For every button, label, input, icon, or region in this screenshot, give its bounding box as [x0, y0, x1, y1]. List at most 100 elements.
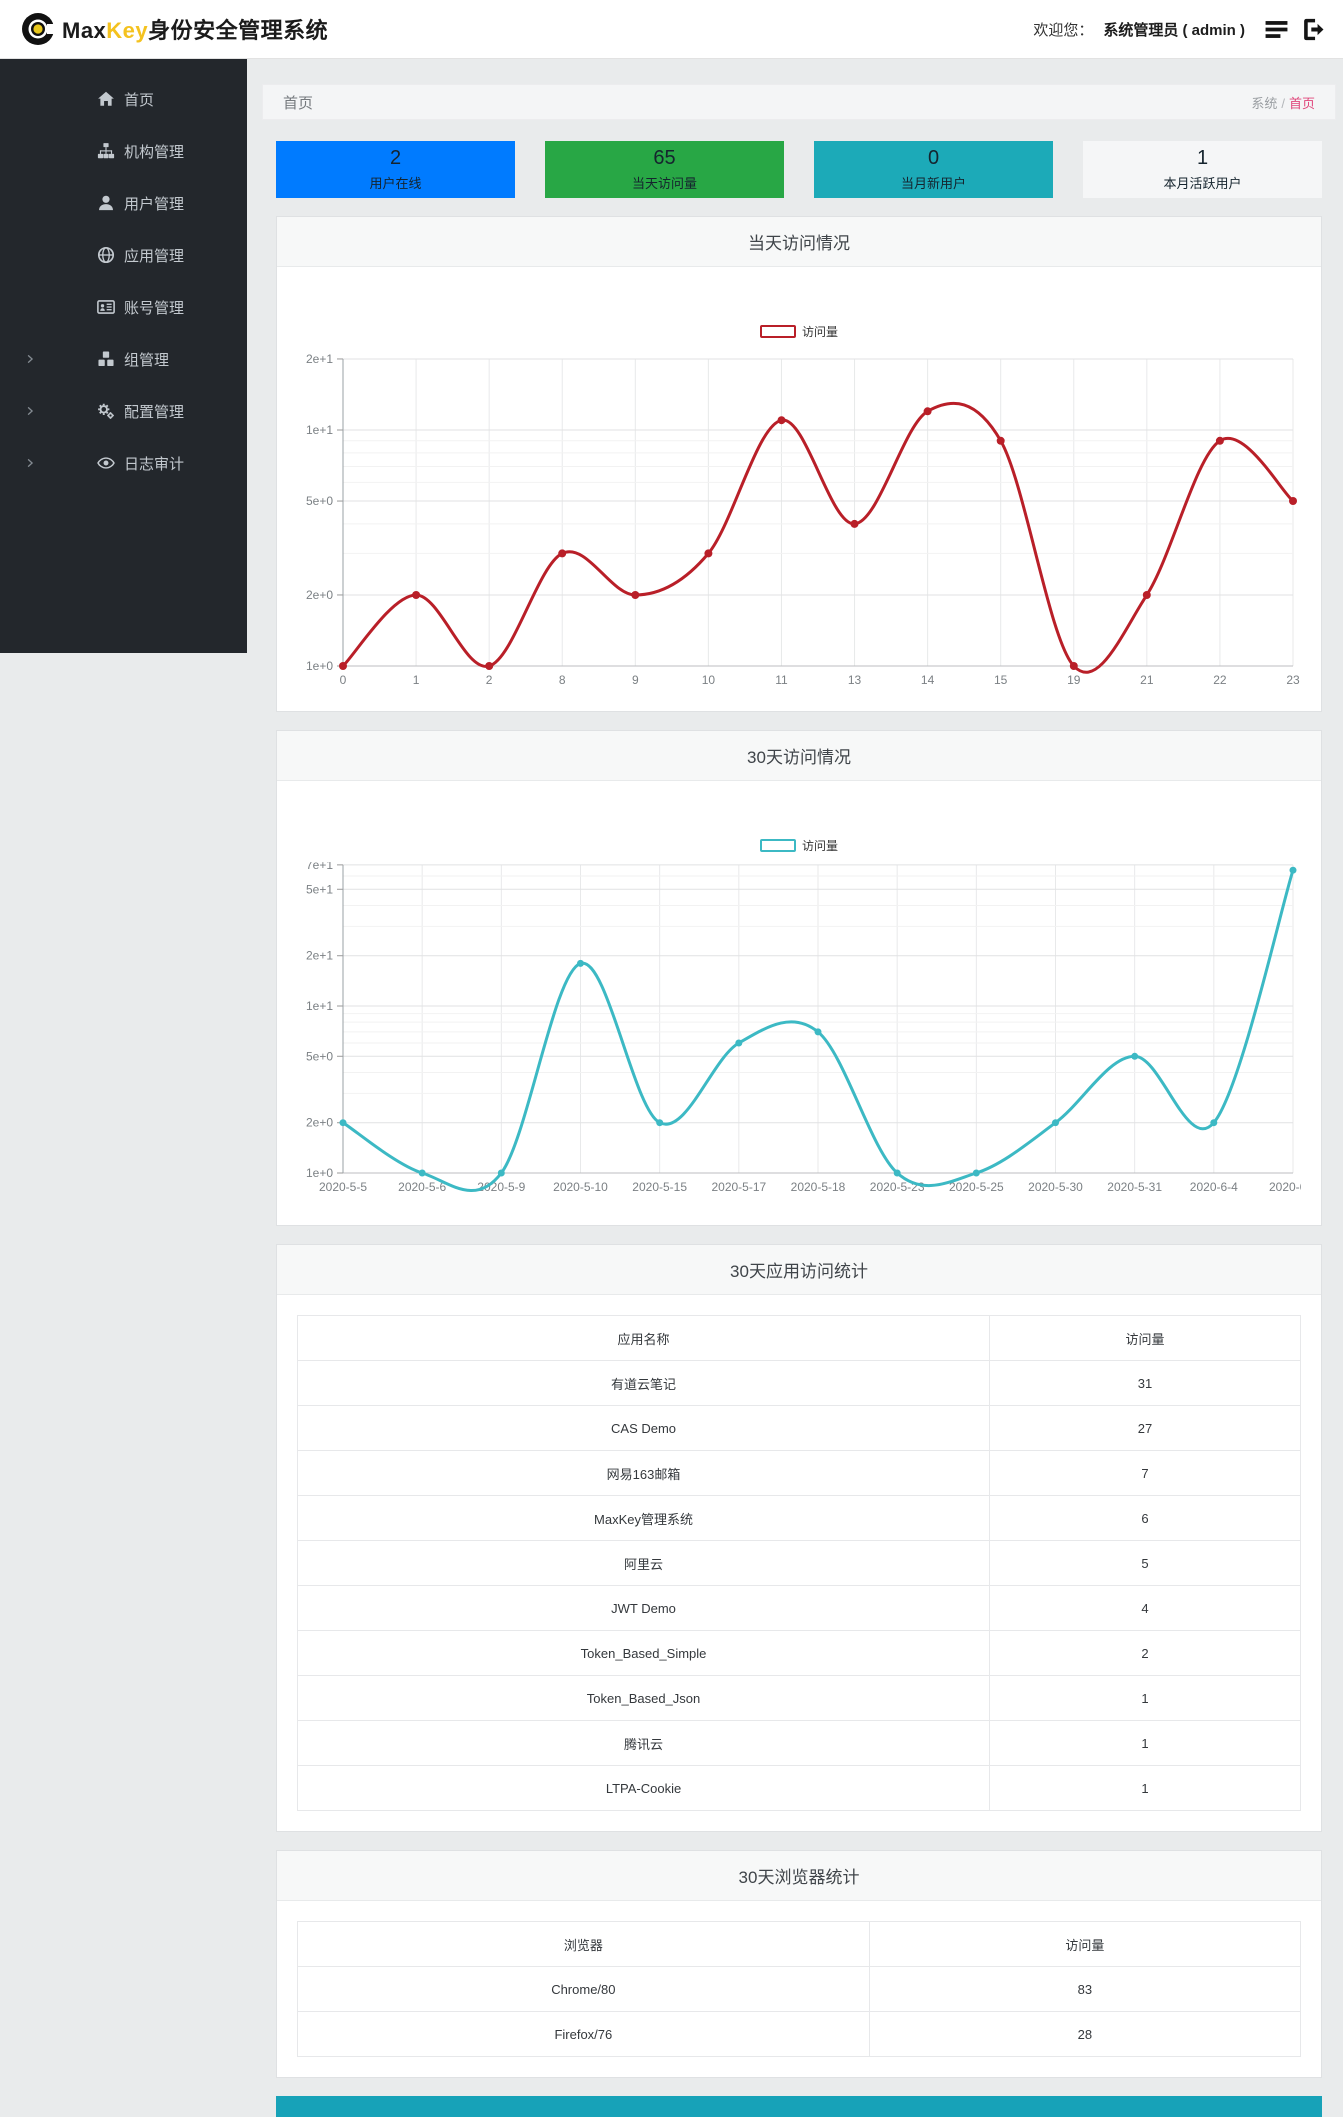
- svg-text:2e+0: 2e+0: [306, 588, 333, 602]
- breadcrumb-separator: /: [1281, 95, 1285, 111]
- stat-cards-row: 2 用户在线 65 当天访问量 0 当月新用户 1 本月活跃用户: [276, 141, 1322, 198]
- app-header: MaxKey身份安全管理系统 欢迎您： 系统管理员 ( admin ): [0, 0, 1343, 59]
- sidebar-item-log-audit[interactable]: 日志审计: [0, 437, 247, 489]
- logout-icon[interactable]: [1300, 17, 1327, 42]
- svg-text:2e+0: 2e+0: [306, 1116, 333, 1130]
- audit-icon: [97, 454, 115, 472]
- sidebar-item-user-mgmt[interactable]: 用户管理: [0, 177, 247, 229]
- table-cell: 31: [989, 1360, 1301, 1406]
- panel-today-visits: 当天访问情况 访问量 1e+0 2e+0 5e+0 1e+1 2e+1 0 1 2 8 9 10 11…: [276, 216, 1322, 712]
- sidebar-item-account-mgmt[interactable]: 账号管理: [0, 281, 247, 333]
- svg-text:2020-5-18: 2020-5-18: [791, 1180, 846, 1194]
- chart-legend-30day[interactable]: 访问量: [297, 837, 1301, 854]
- svg-text:5e+0: 5e+0: [306, 494, 333, 508]
- svg-text:2020-6-5: 2020-6-5: [1269, 1180, 1301, 1194]
- stat-card-value: 2: [389, 147, 402, 169]
- table-row: CAS Demo 27: [296, 1405, 1301, 1451]
- table-cell: 1: [989, 1720, 1301, 1766]
- svg-text:9: 9: [632, 673, 639, 687]
- today-visits-chart: 1e+0 2e+0 5e+0 1e+1 2e+1 0 1 2 8 9 10 11 13 14 15 19 21 2…: [306, 352, 1300, 687]
- current-user: 系统管理员 ( admin ): [1103, 21, 1245, 39]
- table-row: LTPA-Cookie 1: [296, 1765, 1301, 1811]
- table-row: 腾讯云 1: [296, 1720, 1301, 1766]
- app-logo: MaxKey身份安全管理系统: [20, 11, 328, 47]
- table-cell: MaxKey管理系统: [296, 1495, 991, 1541]
- panel-app-stats: 30天应用访问统计 应用名称 访问量 有道云笔记 31 CAS Demo 27 网易163邮…: [276, 1244, 1322, 1832]
- sidebar: 首页机构管理用户管理应用管理账号管理 组管理配置管理日志审计: [0, 59, 247, 653]
- chevron-right-icon: [24, 353, 36, 365]
- legend-marker-30day: [759, 839, 796, 852]
- table-cell: 6: [989, 1495, 1301, 1541]
- svg-text:1: 1: [413, 673, 420, 687]
- table-row: MaxKey管理系统 6: [296, 1495, 1301, 1541]
- table-cell: Firefox/76: [297, 2011, 870, 2057]
- svg-text:1e+0: 1e+0: [306, 659, 333, 673]
- list-icon[interactable]: [1263, 17, 1290, 42]
- table-cell: Token_Based_Json: [296, 1675, 991, 1721]
- column-header: 浏览器: [297, 1921, 870, 1967]
- table-cell: 4: [989, 1585, 1301, 1631]
- table-row: 阿里云 5: [296, 1540, 1301, 1586]
- sidebar-item-app-mgmt[interactable]: 应用管理: [0, 229, 247, 281]
- svg-text:2020-5-17: 2020-5-17: [711, 1180, 766, 1194]
- sidebar-item-home[interactable]: 首页: [0, 73, 247, 125]
- table-row: 网易163邮箱 7: [296, 1450, 1301, 1496]
- svg-text:5e+0: 5e+0: [306, 1049, 333, 1063]
- panel-today-visits-title: 当天访问情况: [277, 217, 1321, 267]
- stat-card-value: 65: [653, 147, 676, 169]
- svg-text:2020-5-10: 2020-5-10: [553, 1180, 608, 1194]
- sidebar-item-label: 应用管理: [124, 247, 185, 265]
- table-cell: 28: [868, 2011, 1302, 2057]
- sidebar-item-org-mgmt[interactable]: 机构管理: [0, 125, 247, 177]
- table-row: 有道云笔记 31: [296, 1360, 1301, 1406]
- table-cell: 网易163邮箱: [296, 1450, 991, 1496]
- 30day-visits-chart: 1e+0 2e+0 5e+0 1e+1 2e+1 5e+1 7e+1 2020-5-5 2020…: [306, 862, 1301, 1194]
- table-cell: JWT Demo: [296, 1585, 991, 1631]
- stat-card-label: 本月活跃用户: [1163, 176, 1242, 191]
- table-row: Token_Based_Simple 2: [296, 1630, 1301, 1676]
- legend-label-30day: 访问量: [801, 839, 838, 853]
- panel-30day-visits-title: 30天访问情况: [277, 731, 1321, 781]
- breadcrumb-current[interactable]: 首页: [1289, 96, 1315, 111]
- main-content: 首页 系统 / 首页 2 用户在线 65 当天访问量 0 当月新用户 1 本月活跃用户 当天访问情…: [247, 59, 1343, 2117]
- svg-text:2020-5-15: 2020-5-15: [632, 1180, 687, 1194]
- app-icon: [97, 246, 115, 264]
- table-cell: 7: [989, 1450, 1301, 1496]
- stat-card-3: 1 本月活跃用户: [1083, 141, 1322, 198]
- table-cell: 1: [989, 1675, 1301, 1721]
- svg-text:2020-5-30: 2020-5-30: [1028, 1180, 1083, 1194]
- svg-text:10: 10: [702, 673, 716, 687]
- table-cell: 有道云笔记: [296, 1360, 991, 1406]
- svg-text:22: 22: [1213, 673, 1227, 687]
- footer-bar: [276, 2096, 1322, 2117]
- svg-text:23: 23: [1286, 673, 1300, 687]
- svg-text:11: 11: [775, 673, 788, 687]
- app-stats-table: 应用名称 访问量 有道云笔记 31 CAS Demo 27 网易163邮箱 7 MaxKey管理…: [296, 1315, 1301, 1811]
- stat-card-value: 0: [927, 147, 940, 169]
- table-row: Token_Based_Json 1: [296, 1675, 1301, 1721]
- sidebar-item-config-mgmt[interactable]: 配置管理: [0, 385, 247, 437]
- stat-card-1: 65 当天访问量: [545, 141, 784, 198]
- user-icon: [97, 194, 115, 212]
- panel-browser-stats: 30天浏览器统计 浏览器 访问量 Chrome/80 83 Firefox/76 28: [276, 1850, 1322, 2078]
- sidebar-item-group-mgmt[interactable]: 组管理: [0, 333, 247, 385]
- table-cell: 83: [868, 1966, 1302, 2012]
- table-cell: 阿里云: [296, 1540, 991, 1586]
- welcome-label: 欢迎您：: [1033, 21, 1094, 39]
- chart-legend-today[interactable]: 访问量: [297, 323, 1301, 340]
- group-icon: [97, 350, 115, 368]
- legend-label-today: 访问量: [801, 325, 838, 339]
- chevron-right-icon: [24, 405, 36, 417]
- stat-card-label: 用户在线: [369, 176, 422, 191]
- svg-text:2: 2: [486, 673, 493, 687]
- table-cell: 2: [989, 1630, 1301, 1676]
- table-cell: Token_Based_Simple: [296, 1630, 991, 1676]
- page-title: 首页: [283, 94, 314, 112]
- stat-card-value: 1: [1196, 147, 1209, 169]
- table-cell: Chrome/80: [297, 1966, 870, 2012]
- panel-30day-visits: 30天访问情况 访问量 1e+0 2e+0 5e+0 1e+1 2e+1 5e+1 7e+1…: [276, 730, 1322, 1226]
- table-cell: 1: [989, 1765, 1301, 1811]
- legend-marker-today: [759, 325, 796, 338]
- sidebar-item-label: 机构管理: [124, 143, 185, 161]
- sidebar-item-label: 配置管理: [124, 403, 185, 421]
